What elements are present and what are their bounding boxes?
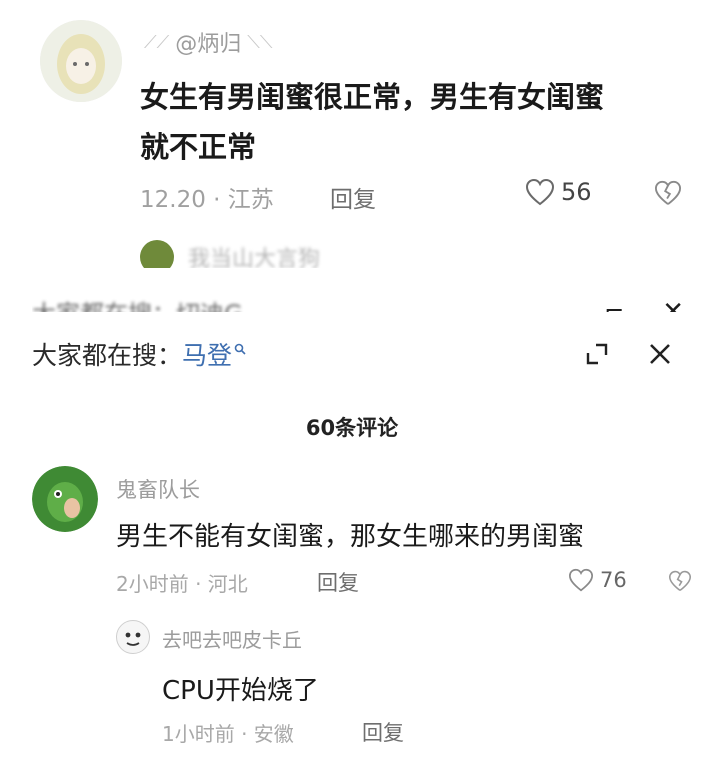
like-button[interactable]: 56 xyxy=(525,178,592,206)
reply-username: 我当山大言狗 xyxy=(188,247,321,268)
comment-text: 男生不能有女闺蜜，那女生哪来的男闺蜜 xyxy=(116,522,585,552)
heart-icon xyxy=(525,178,555,206)
wing-right-icon: ⟍⟍ xyxy=(247,31,273,53)
like-count: 76 xyxy=(600,568,627,592)
dislike-button[interactable] xyxy=(654,180,682,210)
close-button[interactable] xyxy=(648,342,672,366)
reply-button[interactable]: 回复 xyxy=(362,717,404,747)
comment-time-location: 12.20 · 江苏 xyxy=(140,187,274,213)
close-icon: ✕ xyxy=(662,296,684,313)
reply-button[interactable]: 回复 xyxy=(330,180,376,214)
reply-avatar[interactable] xyxy=(116,620,150,654)
search-icon xyxy=(234,343,246,355)
comment-time-location: 2小时前 · 河北 xyxy=(116,572,248,596)
expand-button[interactable] xyxy=(584,341,610,367)
wing-left-icon: ⟋⟋ xyxy=(144,31,170,53)
broken-heart-icon xyxy=(654,180,682,205)
like-count: 56 xyxy=(561,178,592,206)
search-prefix: 大家都在搜： xyxy=(32,341,183,370)
comment-text-line1: 女生有男闺蜜很正常，男生有女闺蜜 xyxy=(140,80,605,114)
heart-icon xyxy=(568,568,594,592)
reply-button[interactable]: 回复 xyxy=(317,567,359,597)
username[interactable]: @炳归 xyxy=(175,26,241,58)
reply-time-location: 1小时前 · 安徽 xyxy=(162,722,294,746)
avatar[interactable] xyxy=(32,466,98,532)
username[interactable]: 鬼畜队长 xyxy=(116,474,200,504)
avatar[interactable] xyxy=(40,20,122,102)
search-suggestion-bar[interactable]: 大家都在搜： 马登 xyxy=(32,336,672,372)
search-term-link[interactable]: 马登 xyxy=(182,336,232,372)
broken-heart-icon xyxy=(668,570,692,592)
reply-text: CPU开始烧了 xyxy=(162,676,319,706)
comments-count-header: 60条评论 xyxy=(305,416,399,440)
comment-text-line2: 就不正常 xyxy=(140,130,257,164)
reply-username[interactable]: 去吧去吧皮卡丘 xyxy=(162,624,302,653)
like-button[interactable]: 76 xyxy=(568,568,627,592)
reply-avatar xyxy=(140,240,174,268)
dislike-button[interactable] xyxy=(668,570,692,596)
expand-icon: ⌐ xyxy=(604,296,625,313)
search-ghost-text: 大家都在搜：切迪G xyxy=(32,294,243,312)
